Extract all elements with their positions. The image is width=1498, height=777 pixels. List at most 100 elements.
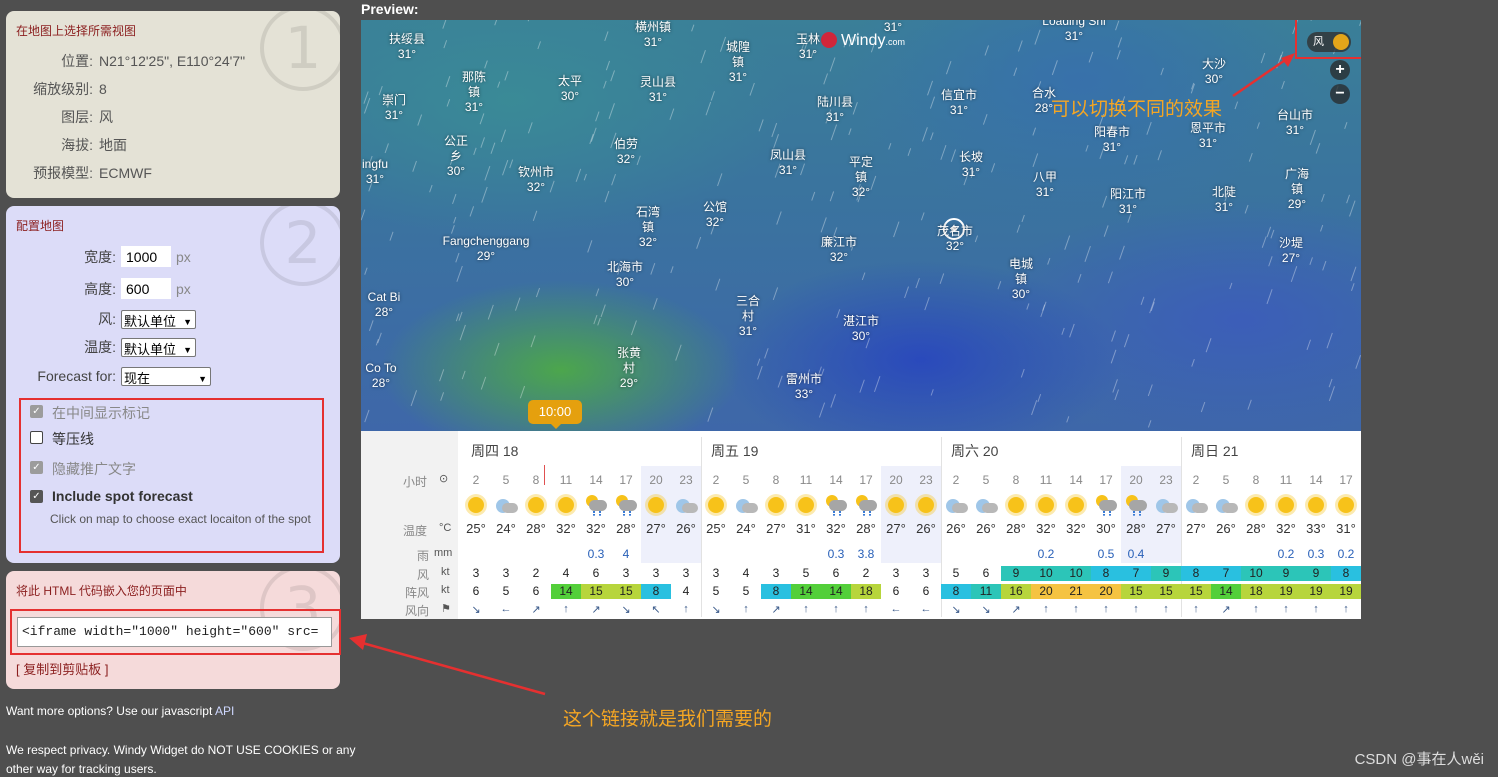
city-label: 扶绥县 31°: [388, 32, 426, 61]
sun-icon: [554, 493, 578, 517]
wind-direction-icon: ↑: [1253, 603, 1259, 615]
hour-label: 小时: [403, 475, 428, 489]
city-label: 张黄 村 29°: [616, 346, 642, 390]
zoom-out-button[interactable]: −: [1330, 84, 1350, 104]
view-info-panel: 1 在地图上选择所需视图 位置: N21°12'25", E110°24'7" …: [6, 11, 340, 198]
height-input[interactable]: [121, 278, 171, 299]
layer-switch-highlight: [1295, 20, 1361, 59]
city-label: 凤山县 31°: [769, 148, 807, 177]
chevron-down-icon: ▼: [183, 317, 192, 327]
hour-cell: 8: [532, 473, 540, 487]
city-label: 石湾 镇 32°: [635, 205, 661, 249]
hour-cell: 17: [1339, 473, 1353, 487]
layer-value: 风: [99, 109, 113, 125]
city-label: 八甲 31°: [1032, 170, 1058, 199]
hour-cell: 5: [982, 473, 990, 487]
isobars-checkbox[interactable]: [30, 431, 43, 444]
temp-cell: 27°: [1186, 521, 1206, 536]
temp-cell: 33°: [1306, 521, 1326, 536]
wind-direction-icon: ↗: [1221, 604, 1231, 616]
position-row: 位置: N21°12'25", E110°24'7": [61, 53, 246, 69]
city-label: Cat Bi 28°: [367, 290, 401, 319]
city-label: 廉江市 32°: [820, 235, 858, 264]
city-label: 茂名市 32°: [936, 224, 974, 253]
temp-cell: 28°: [616, 521, 636, 536]
copy-to-clipboard-link[interactable]: [ 复制到剪贴板 ]: [16, 659, 108, 678]
hour-cell: 8: [772, 473, 780, 487]
temp-cell: 28°: [526, 521, 546, 536]
rain-cell: 0.3: [827, 547, 845, 561]
city-label: 钦州市 32°: [517, 165, 555, 194]
city-label: 平定 镇 32°: [848, 155, 874, 199]
city-label: 公正 乡 30°: [443, 134, 469, 178]
sun-icon: [1004, 493, 1028, 517]
width-row: 宽度: px: [6, 246, 336, 268]
wind-cell: 9: [1151, 566, 1181, 581]
gust-cell: 18: [1241, 584, 1271, 599]
temp-unit-select[interactable]: 默认单位 ▼: [121, 338, 196, 357]
hide-promo-label: 隐藏推广文字: [52, 461, 136, 477]
city-label: 广海 镇 29°: [1284, 167, 1310, 211]
gust-cell: 14: [551, 584, 581, 599]
height-row: 高度: px: [6, 278, 336, 300]
privacy-text: We respect privacy. Windy Widget do NOT …: [6, 743, 356, 776]
panel2-title: 配置地图: [16, 219, 65, 233]
gust-cell: 5: [712, 584, 720, 598]
city-label: 湛江市 30°: [842, 314, 880, 343]
wind-direction-icon: ↑: [743, 603, 749, 615]
temp-cell: 27°: [886, 521, 906, 536]
csdn-watermark: CSDN @事在人wěi: [1354, 751, 1484, 768]
wind-direction-icon: ↑: [1073, 603, 1079, 615]
hide-promo-checkbox[interactable]: ✓: [30, 461, 43, 474]
wind-cell: 8: [1091, 566, 1121, 581]
city-label: Loading Shi 31°: [1042, 20, 1106, 43]
flag-icon: ⚑: [441, 603, 451, 615]
city-label: 三合 村 31°: [735, 294, 761, 338]
panel1-title: 在地图上选择所需视图: [16, 24, 137, 38]
forecast-for-row: Forecast for: 现在 ▼: [6, 365, 336, 387]
city-label: 阳春市 31°: [1093, 125, 1131, 154]
chevron-down-icon: ▼: [198, 374, 207, 384]
embed-code-field[interactable]: <iframe width="1000" height="600" src=: [17, 617, 332, 647]
city-label: 那陈 镇 31°: [461, 70, 487, 114]
forecast-for-select[interactable]: 现在 ▼: [121, 367, 211, 386]
cloud-icon: [1154, 493, 1178, 517]
rain-icon: [1124, 493, 1148, 517]
wind-cell: 6: [592, 566, 600, 580]
wind-direction-icon: ↑: [1133, 603, 1139, 615]
sun-icon: [524, 493, 548, 517]
api-link[interactable]: API: [215, 704, 234, 718]
temp-cell: 25°: [706, 521, 726, 536]
gust-cell: 15: [1181, 584, 1211, 599]
city-label: 北陡 31°: [1211, 185, 1237, 214]
width-input[interactable]: [121, 246, 171, 267]
sun-icon: [884, 493, 908, 517]
rain-icon: [614, 493, 638, 517]
embed-code-highlight: <iframe width="1000" height="600" src=: [10, 609, 341, 655]
link-annotation-arrow: [349, 634, 546, 696]
hour-cell: 20: [649, 473, 663, 487]
time-badge[interactable]: 10:00: [528, 400, 582, 429]
rain-cell: 0.2: [1277, 547, 1295, 561]
zoom-in-button[interactable]: +: [1330, 60, 1350, 80]
wind-map[interactable]: Windy.com 风 + − 可以切换不同的效果 扶绥县 31° 横州镇 31°…: [361, 20, 1361, 431]
cloud-icon: [944, 493, 968, 517]
show-marker-checkbox[interactable]: ✓: [30, 405, 43, 418]
hour-cell: 17: [1099, 473, 1113, 487]
gust-cell: 8: [761, 584, 791, 599]
wind-cell: 10: [1061, 566, 1091, 581]
gust-cell: 16: [1001, 584, 1031, 599]
wind-unit-select[interactable]: 默认单位 ▼: [121, 310, 196, 329]
clock-icon: ⊙: [439, 473, 449, 485]
temp-cell: 31°: [1336, 521, 1356, 536]
more-options-text: Want more options? Use our javascript AP…: [6, 704, 235, 718]
spot-forecast-checkbox[interactable]: ✓: [30, 490, 43, 503]
rain-cell: 0.3: [587, 547, 605, 561]
city-label: 太平 30°: [557, 74, 583, 103]
wind-cell: 3: [712, 566, 720, 580]
wind-direction-icon: ↘: [981, 604, 991, 616]
temp-cell: 28°: [1246, 521, 1266, 536]
sun-icon: [794, 493, 818, 517]
city-label: 崇门 31°: [381, 93, 407, 122]
temp-cell: 25°: [466, 521, 486, 536]
